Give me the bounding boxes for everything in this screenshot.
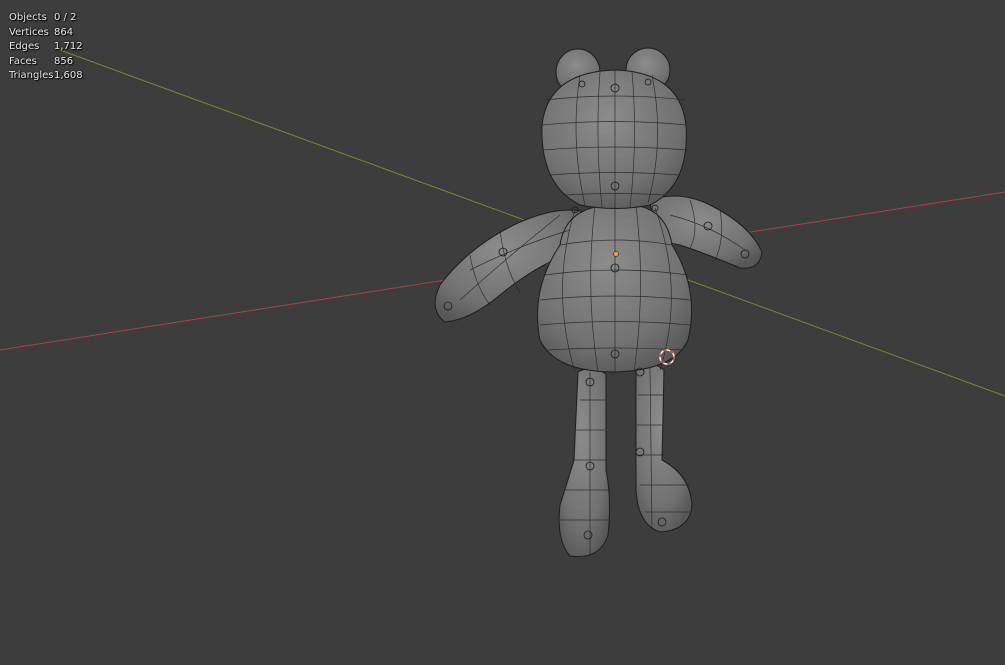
stat-value: 1,608 bbox=[54, 70, 83, 81]
stat-label: Edges bbox=[9, 41, 40, 52]
stat-label: Objects bbox=[9, 12, 47, 23]
right-leg[interactable] bbox=[635, 363, 693, 533]
head[interactable] bbox=[541, 69, 687, 209]
stat-row-vertices: Vertices 864 bbox=[9, 26, 83, 41]
stat-value: 1,712 bbox=[54, 41, 83, 52]
object-origin[interactable] bbox=[613, 251, 619, 257]
stat-label: Faces bbox=[9, 55, 37, 67]
stat-row-edges: Edges 1,712 bbox=[9, 40, 83, 55]
stat-value: 864 bbox=[54, 26, 74, 38]
stat-value: 0 / 2 bbox=[54, 12, 77, 23]
scene-canvas[interactable] bbox=[0, 0, 1005, 665]
stat-value: 856 bbox=[54, 55, 74, 67]
bear-mesh[interactable] bbox=[434, 47, 763, 558]
stat-label: Triangles bbox=[9, 70, 54, 81]
stat-row-faces: Faces 856 bbox=[9, 55, 83, 70]
stat-row-triangles: Triangles 1,608 bbox=[9, 69, 83, 84]
3d-viewport[interactable]: Objects 0 / 2 Vertices 864 Edges 1,712 F… bbox=[0, 0, 1005, 665]
stat-row-objects: Objects 0 / 2 bbox=[9, 11, 83, 26]
statistics-overlay: Objects 0 / 2 Vertices 864 Edges 1,712 F… bbox=[9, 11, 83, 84]
stat-label: Vertices bbox=[9, 26, 49, 38]
left-leg[interactable] bbox=[558, 368, 611, 558]
